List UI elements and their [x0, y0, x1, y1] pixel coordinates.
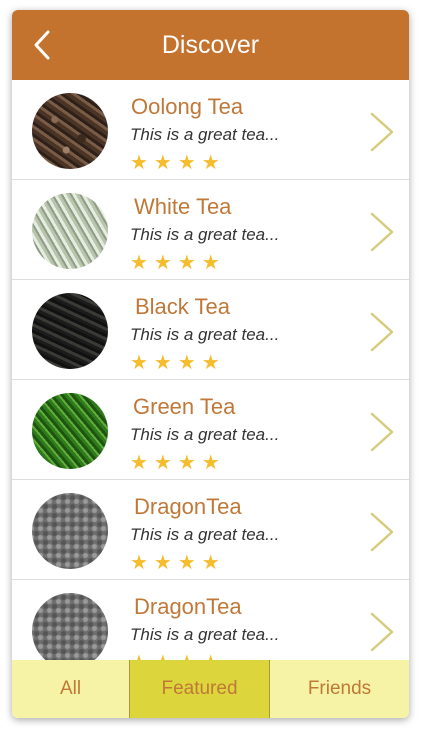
tea-description: This is a great tea... — [130, 225, 280, 244]
tea-description: This is a great tea... — [130, 525, 280, 544]
list-item-dragon-tea[interactable]: DragonTea This is a great tea... ★★★★ — [12, 580, 409, 660]
star-rating: ★★★★ — [130, 252, 226, 274]
star-rating: ★★★★ — [130, 452, 226, 474]
chevron-right-icon[interactable] — [369, 312, 395, 352]
black-tea-image — [32, 293, 108, 369]
page-title: Discover — [161, 31, 260, 59]
tab-friends[interactable]: Friends — [270, 660, 409, 718]
white-tea-image — [32, 193, 108, 269]
tea-list: Oolong Tea This is a great tea... ★★★★ W… — [12, 80, 409, 660]
tea-name: DragonTea — [134, 494, 242, 519]
list-item-black-tea[interactable]: Black Tea This is a great tea... ★★★★ — [12, 280, 409, 380]
tab-all[interactable]: All — [12, 660, 129, 718]
list-item-oolong-tea[interactable]: Oolong Tea This is a great tea... ★★★★ — [12, 80, 409, 180]
app-window: Discover Oolong Tea This is a great tea.… — [12, 10, 409, 718]
green-tea-image — [32, 393, 108, 469]
tea-description: This is a great tea... — [130, 325, 280, 344]
list-item-dragon-tea[interactable]: DragonTea This is a great tea... ★★★★ — [12, 480, 409, 580]
tea-name: Green Tea — [133, 394, 236, 419]
chevron-right-icon[interactable] — [369, 412, 395, 452]
list-item-green-tea[interactable]: Green Tea This is a great tea... ★★★★ — [12, 380, 409, 480]
chevron-right-icon[interactable] — [369, 112, 395, 152]
chevron-right-icon[interactable] — [369, 512, 395, 552]
tea-name: Oolong Tea — [131, 94, 244, 119]
tea-description: This is a great tea... — [130, 625, 280, 644]
tea-name: DragonTea — [134, 594, 242, 619]
tea-description: This is a great tea... — [130, 425, 280, 444]
tea-name: Black Tea — [135, 294, 230, 319]
oolong-tea-image — [32, 93, 108, 169]
dragon-tea-image — [32, 593, 108, 660]
star-rating: ★★★★ — [130, 650, 226, 660]
chevron-right-icon[interactable] — [369, 612, 395, 652]
star-rating: ★★★★ — [130, 352, 226, 374]
chevron-right-icon[interactable] — [369, 212, 395, 252]
tea-name: White Tea — [134, 194, 232, 219]
dragon-tea-image — [32, 493, 108, 569]
tab-bar: All Featured Friends — [12, 660, 409, 718]
star-rating: ★★★★ — [130, 152, 226, 174]
tab-featured[interactable]: Featured — [129, 660, 270, 718]
nav-bar: Discover — [12, 10, 409, 80]
tea-description: This is a great tea... — [130, 125, 280, 144]
list-item-white-tea[interactable]: White Tea This is a great tea... ★★★★ — [12, 180, 409, 280]
star-rating: ★★★★ — [130, 552, 226, 574]
